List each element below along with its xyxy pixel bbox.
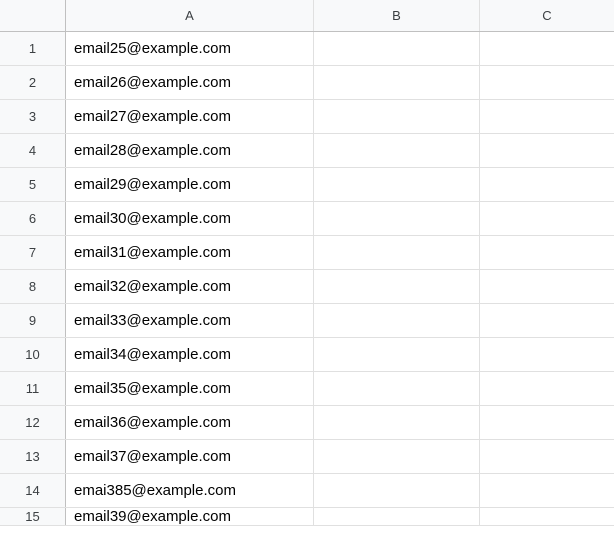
table-row: 8 email32@example.com xyxy=(0,270,614,304)
cell-c[interactable] xyxy=(480,134,614,167)
cell-b[interactable] xyxy=(314,168,480,201)
cell-a[interactable]: email31@example.com xyxy=(66,236,314,269)
table-row: 10 email34@example.com xyxy=(0,338,614,372)
table-row: 13 email37@example.com xyxy=(0,440,614,474)
row-header[interactable]: 4 xyxy=(0,134,66,167)
cell-a[interactable]: emai385@example.com xyxy=(66,474,314,507)
row-header[interactable]: 2 xyxy=(0,66,66,99)
cell-c[interactable] xyxy=(480,508,614,525)
cell-b[interactable] xyxy=(314,406,480,439)
cell-a[interactable]: email39@example.com xyxy=(66,508,314,525)
row-header[interactable]: 7 xyxy=(0,236,66,269)
cell-a[interactable]: email35@example.com xyxy=(66,372,314,405)
cell-b[interactable] xyxy=(314,202,480,235)
cell-c[interactable] xyxy=(480,32,614,65)
column-header-a[interactable]: A xyxy=(66,0,314,31)
row-header[interactable]: 3 xyxy=(0,100,66,133)
cell-a[interactable]: email30@example.com xyxy=(66,202,314,235)
table-row: 7 email31@example.com xyxy=(0,236,614,270)
cell-a[interactable]: email28@example.com xyxy=(66,134,314,167)
cell-c[interactable] xyxy=(480,440,614,473)
cell-b[interactable] xyxy=(314,338,480,371)
row-header[interactable]: 14 xyxy=(0,474,66,507)
cell-a[interactable]: email27@example.com xyxy=(66,100,314,133)
cell-b[interactable] xyxy=(314,236,480,269)
row-header[interactable]: 10 xyxy=(0,338,66,371)
cell-a[interactable]: email32@example.com xyxy=(66,270,314,303)
row-header[interactable]: 8 xyxy=(0,270,66,303)
cell-a[interactable]: email29@example.com xyxy=(66,168,314,201)
column-header-b[interactable]: B xyxy=(314,0,480,31)
row-header[interactable]: 13 xyxy=(0,440,66,473)
table-row: 1 email25@example.com xyxy=(0,32,614,66)
cell-b[interactable] xyxy=(314,134,480,167)
row-header[interactable]: 12 xyxy=(0,406,66,439)
table-row: 11 email35@example.com xyxy=(0,372,614,406)
cell-a[interactable]: email33@example.com xyxy=(66,304,314,337)
cell-c[interactable] xyxy=(480,100,614,133)
row-header[interactable]: 6 xyxy=(0,202,66,235)
cell-c[interactable] xyxy=(480,338,614,371)
cell-c[interactable] xyxy=(480,304,614,337)
cell-b[interactable] xyxy=(314,32,480,65)
column-header-c[interactable]: C xyxy=(480,0,614,31)
cell-c[interactable] xyxy=(480,372,614,405)
table-row: 4 email28@example.com xyxy=(0,134,614,168)
row-header[interactable]: 5 xyxy=(0,168,66,201)
table-row: 12 email36@example.com xyxy=(0,406,614,440)
select-all-corner[interactable] xyxy=(0,0,66,31)
cell-b[interactable] xyxy=(314,100,480,133)
cell-a[interactable]: email26@example.com xyxy=(66,66,314,99)
cell-c[interactable] xyxy=(480,406,614,439)
column-header-row: A B C xyxy=(0,0,614,32)
cell-b[interactable] xyxy=(314,66,480,99)
table-row: 3 email27@example.com xyxy=(0,100,614,134)
table-row: 6 email30@example.com xyxy=(0,202,614,236)
table-row: 2 email26@example.com xyxy=(0,66,614,100)
table-row: 5 email29@example.com xyxy=(0,168,614,202)
cell-c[interactable] xyxy=(480,270,614,303)
cell-c[interactable] xyxy=(480,66,614,99)
cell-b[interactable] xyxy=(314,270,480,303)
cell-b[interactable] xyxy=(314,304,480,337)
cell-a[interactable]: email37@example.com xyxy=(66,440,314,473)
table-row: 9 email33@example.com xyxy=(0,304,614,338)
row-header[interactable]: 1 xyxy=(0,32,66,65)
row-header[interactable]: 11 xyxy=(0,372,66,405)
table-row: 14 emai385@example.com xyxy=(0,474,614,508)
spreadsheet-grid: A B C 1 email25@example.com 2 email26@ex… xyxy=(0,0,614,536)
cell-b[interactable] xyxy=(314,440,480,473)
cell-a[interactable]: email25@example.com xyxy=(66,32,314,65)
row-header[interactable]: 15 xyxy=(0,508,66,525)
row-header[interactable]: 9 xyxy=(0,304,66,337)
table-row: 15 email39@example.com xyxy=(0,508,614,526)
cell-b[interactable] xyxy=(314,508,480,525)
cell-b[interactable] xyxy=(314,372,480,405)
cell-c[interactable] xyxy=(480,474,614,507)
cell-c[interactable] xyxy=(480,168,614,201)
cell-c[interactable] xyxy=(480,202,614,235)
cell-b[interactable] xyxy=(314,474,480,507)
cell-a[interactable]: email36@example.com xyxy=(66,406,314,439)
cell-a[interactable]: email34@example.com xyxy=(66,338,314,371)
cell-c[interactable] xyxy=(480,236,614,269)
